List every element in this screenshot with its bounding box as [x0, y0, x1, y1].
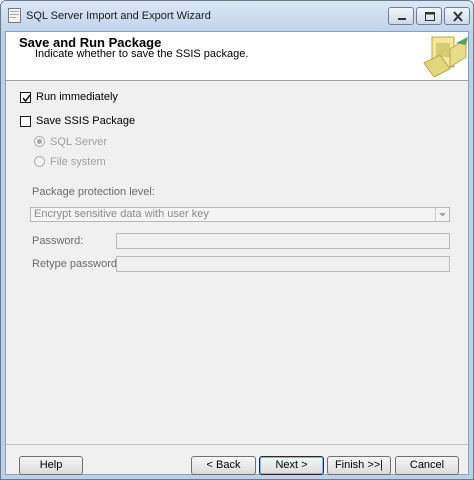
maximize-button[interactable] [416, 7, 442, 25]
cancel-button[interactable]: Cancel [395, 456, 459, 475]
title-bar[interactable]: SQL Server Import and Export Wizard [1, 1, 473, 31]
close-icon [453, 11, 463, 22]
retype-password-field[interactable] [116, 256, 450, 272]
save-ssis-package-checkbox[interactable] [20, 116, 31, 127]
minimize-icon [398, 18, 406, 20]
maximize-icon [425, 12, 435, 21]
back-button[interactable]: < Back [191, 456, 256, 475]
chevron-down-icon [439, 213, 446, 217]
password-label: Password: [32, 235, 84, 247]
help-button[interactable]: Help [19, 456, 83, 475]
sql-server-radio[interactable] [34, 136, 45, 147]
finish-button[interactable]: Finish >>| [327, 456, 391, 475]
footer-divider [6, 444, 468, 445]
sql-server-label: SQL Server [50, 136, 108, 148]
radio-dot [37, 139, 42, 144]
wizard-graphic-icon [423, 36, 468, 78]
minimize-button[interactable] [388, 7, 414, 25]
next-button[interactable]: Next > [259, 456, 324, 475]
file-system-radio[interactable] [34, 156, 45, 167]
protection-level-value: Encrypt sensitive data with user key [34, 208, 209, 220]
save-ssis-package-label[interactable]: Save SSIS Package [36, 115, 135, 127]
protection-level-dropdown[interactable]: Encrypt sensitive data with user key [30, 207, 450, 222]
run-immediately-label[interactable]: Run immediately [36, 91, 118, 103]
file-system-label: File system [50, 156, 106, 168]
retype-password-label: Retype password: [32, 258, 121, 270]
dropdown-arrow[interactable] [435, 208, 449, 221]
window-title: SQL Server Import and Export Wizard [26, 10, 211, 22]
wizard-window: SQL Server Import and Export Wizard Save… [0, 0, 474, 480]
page-header: Save and Run Package Indicate whether to… [6, 32, 468, 81]
app-icon [8, 8, 21, 23]
close-button[interactable] [444, 7, 470, 25]
protection-level-label: Package protection level: [32, 186, 155, 198]
wizard-page: Save and Run Package Indicate whether to… [5, 31, 469, 475]
run-immediately-checkbox[interactable] [20, 92, 31, 103]
checkmark-icon [22, 94, 31, 103]
password-field[interactable] [116, 233, 450, 249]
page-subtitle: Indicate whether to save the SSIS packag… [35, 48, 249, 60]
